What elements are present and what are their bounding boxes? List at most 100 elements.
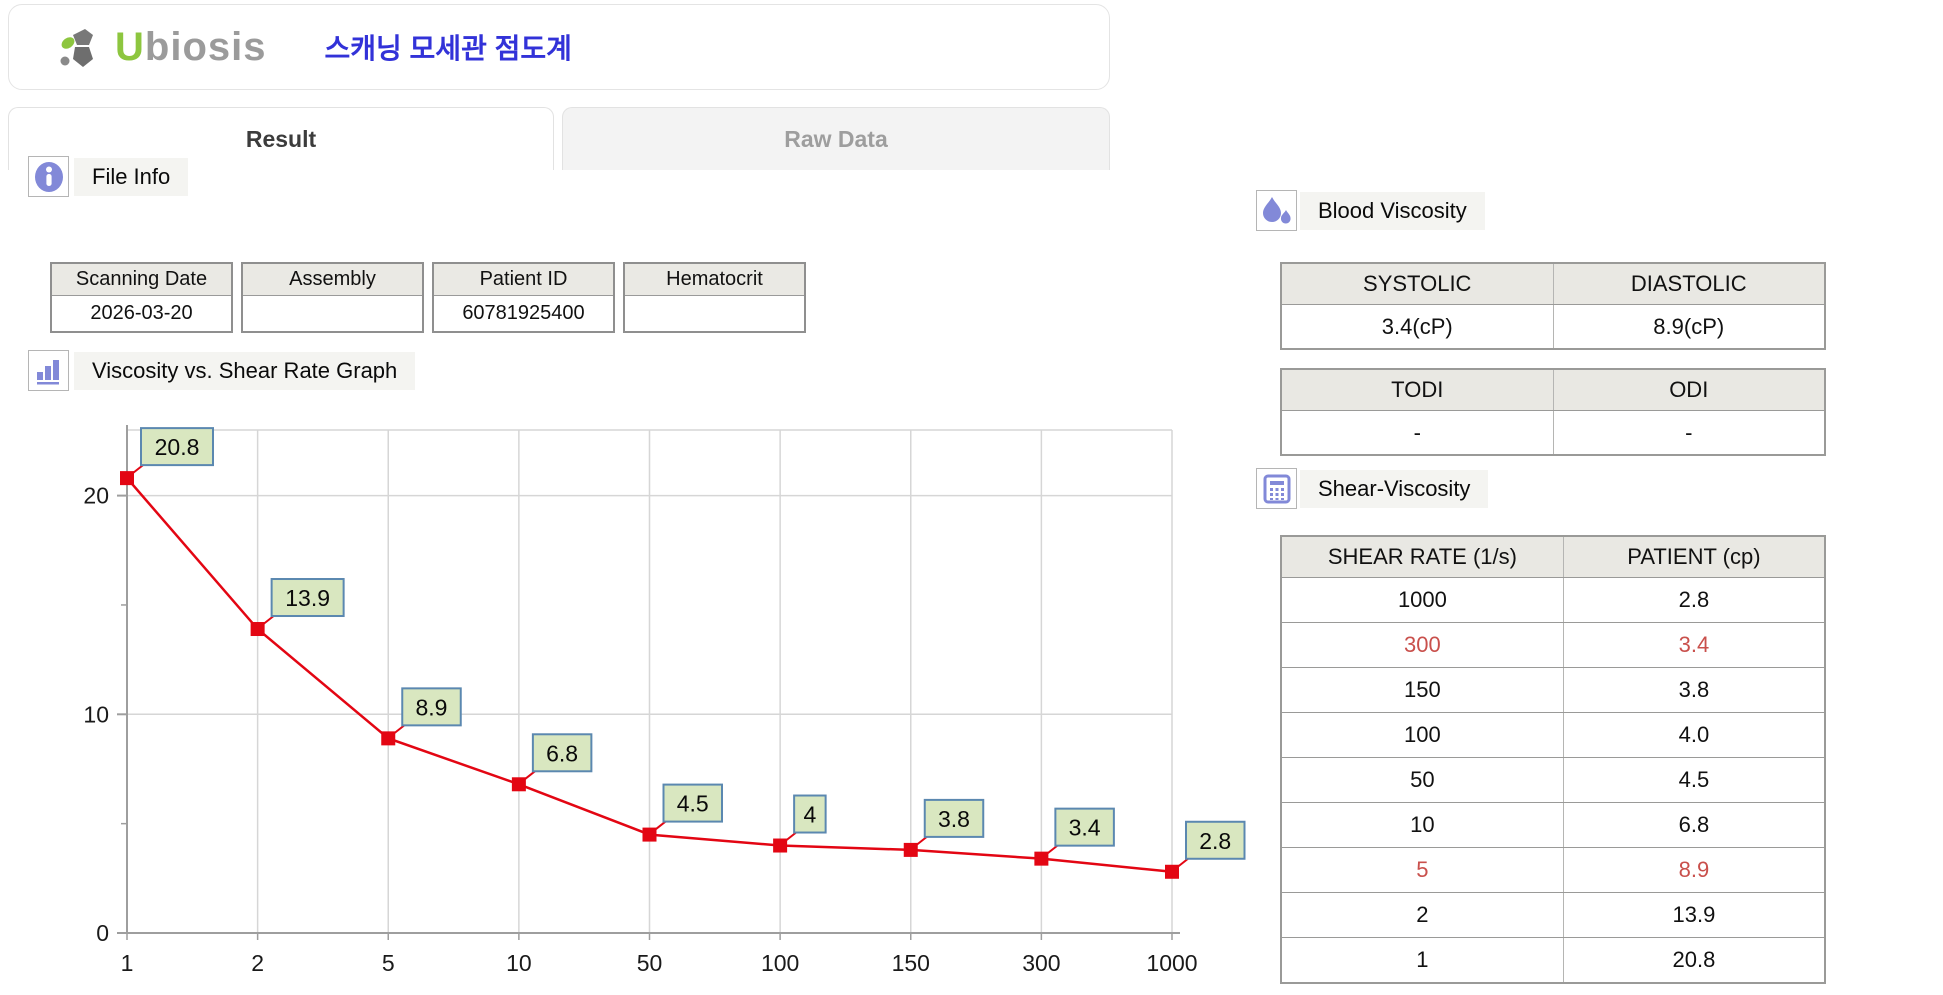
file-info-box: Scanning Date2026-03-20 — [50, 262, 233, 333]
label-connector — [782, 833, 796, 844]
patient-viscosity-cell: 2.8 — [1564, 578, 1824, 622]
table-row: 1004.0 — [1282, 713, 1824, 758]
label-connector — [652, 822, 666, 833]
x-tick-label: 1000 — [1146, 950, 1197, 976]
label-connector — [1174, 859, 1188, 870]
graph-icon-box — [28, 350, 69, 391]
data-label: 3.4 — [1069, 815, 1101, 841]
shear-viscosity-icon-box — [1256, 468, 1297, 509]
file-info-section-label: File Info — [74, 158, 188, 196]
label-connector — [913, 837, 927, 848]
file-info-box-label: Scanning Date — [52, 264, 231, 296]
file-info-box-label: Assembly — [243, 264, 422, 296]
shear-rate-cell: 5 — [1282, 848, 1564, 892]
file-info-icon-box — [28, 156, 69, 197]
bar-chart-icon — [33, 355, 65, 387]
app-header: Ubiosis 스캐닝 모세관 점도계 — [8, 4, 1110, 90]
table-row: 213.9 — [1282, 893, 1824, 938]
shear-viscosity-table-body: 10002.83003.41503.81004.0504.5106.858.92… — [1282, 578, 1824, 982]
shear-rate-cell: 300 — [1282, 623, 1564, 667]
x-tick-label: 1 — [121, 950, 134, 976]
shear-rate-column-header: SHEAR RATE (1/s) — [1282, 537, 1564, 577]
x-tick-label: 10 — [506, 950, 532, 976]
patient-viscosity-cell: 3.4 — [1564, 623, 1824, 667]
table-row: 106.8 — [1282, 803, 1824, 848]
blood-drop-icon — [1260, 194, 1294, 228]
file-info-box-value — [625, 296, 804, 331]
todi-odi-table-values: - - — [1282, 411, 1824, 454]
ubiosis-logo-text: Ubiosis — [115, 25, 266, 70]
data-label: 4 — [803, 802, 816, 828]
tab-raw-data[interactable]: Raw Data — [562, 107, 1110, 170]
data-label: 6.8 — [546, 740, 578, 766]
todi-odi-table: TODI ODI - - — [1280, 368, 1826, 456]
shear-rate-cell: 1 — [1282, 938, 1564, 982]
file-info-box: Assembly — [241, 262, 424, 333]
odi-value: - — [1553, 411, 1825, 454]
diastolic-value: 8.9(cP) — [1553, 305, 1825, 348]
data-label: 4.5 — [677, 791, 709, 817]
todi-odi-table-header: TODI ODI — [1282, 370, 1824, 411]
shear-viscosity-section-label: Shear-Viscosity — [1300, 470, 1488, 508]
file-info-box-value: 60781925400 — [434, 296, 613, 331]
graph-section-label: Viscosity vs. Shear Rate Graph — [74, 352, 415, 390]
file-info-box: Hematocrit — [623, 262, 806, 333]
shear-rate-cell: 1000 — [1282, 578, 1564, 622]
file-info-box-value: 2026-03-20 — [52, 296, 231, 331]
x-tick-label: 2 — [251, 950, 264, 976]
blood-viscosity-table: SYSTOLIC DIASTOLIC 3.4(cP) 8.9(cP) — [1280, 262, 1826, 350]
ubiosis-logo: Ubiosis — [55, 19, 266, 75]
shear-rate-cell: 10 — [1282, 803, 1564, 847]
info-icon — [32, 160, 66, 194]
calculator-icon — [1261, 473, 1293, 505]
todi-header: TODI — [1282, 370, 1553, 410]
blood-viscosity-table-header: SYSTOLIC DIASTOLIC — [1282, 264, 1824, 305]
shear-viscosity-table-header: SHEAR RATE (1/s) PATIENT (cp) — [1282, 537, 1824, 578]
todi-value: - — [1282, 411, 1553, 454]
table-row: 504.5 — [1282, 758, 1824, 803]
patient-viscosity-cell: 13.9 — [1564, 893, 1824, 937]
patient-viscosity-cell: 20.8 — [1564, 938, 1824, 982]
shear-rate-cell: 2 — [1282, 893, 1564, 937]
blood-viscosity-table-values: 3.4(cP) 8.9(cP) — [1282, 305, 1824, 348]
systolic-header: SYSTOLIC — [1282, 264, 1553, 304]
page-title-korean: 스캐닝 모세관 점도계 — [324, 27, 571, 67]
data-label: 20.8 — [155, 434, 200, 460]
file-info-box-value — [243, 296, 422, 331]
odi-header: ODI — [1553, 370, 1825, 410]
file-info-box-label: Patient ID — [434, 264, 613, 296]
shear-rate-cell: 150 — [1282, 668, 1564, 712]
y-tick-label: 10 — [83, 701, 109, 727]
patient-viscosity-cell: 6.8 — [1564, 803, 1824, 847]
label-connector — [129, 465, 143, 476]
label-connector — [1043, 846, 1057, 857]
x-tick-label: 5 — [382, 950, 395, 976]
label-connector — [260, 616, 274, 627]
file-info-box: Patient ID60781925400 — [432, 262, 615, 333]
logo-rest: biosis — [145, 25, 267, 69]
file-info-box-label: Hematocrit — [625, 264, 804, 296]
data-label: 13.9 — [285, 585, 330, 611]
patient-viscosity-cell: 4.0 — [1564, 713, 1824, 757]
table-row: 3003.4 — [1282, 623, 1824, 668]
patient-column-header: PATIENT (cp) — [1564, 537, 1824, 577]
patient-viscosity-cell: 3.8 — [1564, 668, 1824, 712]
patient-viscosity-cell: 4.5 — [1564, 758, 1824, 802]
x-tick-label: 300 — [1022, 950, 1060, 976]
data-label: 3.8 — [938, 806, 970, 832]
blood-viscosity-icon-box — [1256, 190, 1297, 231]
data-label: 2.8 — [1199, 828, 1231, 854]
x-tick-label: 150 — [892, 950, 930, 976]
shear-rate-cell: 50 — [1282, 758, 1564, 802]
x-tick-label: 50 — [637, 950, 663, 976]
systolic-value: 3.4(cP) — [1282, 305, 1553, 348]
x-tick-label: 100 — [761, 950, 799, 976]
table-row: 10002.8 — [1282, 578, 1824, 623]
shear-rate-cell: 100 — [1282, 713, 1564, 757]
viscosity-shear-rate-chart: 010201251050100150300100020.813.98.96.84… — [0, 405, 1250, 995]
y-tick-label: 0 — [96, 920, 109, 946]
diastolic-header: DIASTOLIC — [1553, 264, 1825, 304]
ubiosis-logo-icon — [55, 19, 111, 75]
y-tick-label: 20 — [83, 483, 109, 509]
shear-viscosity-table: SHEAR RATE (1/s) PATIENT (cp) 10002.8300… — [1280, 535, 1826, 984]
